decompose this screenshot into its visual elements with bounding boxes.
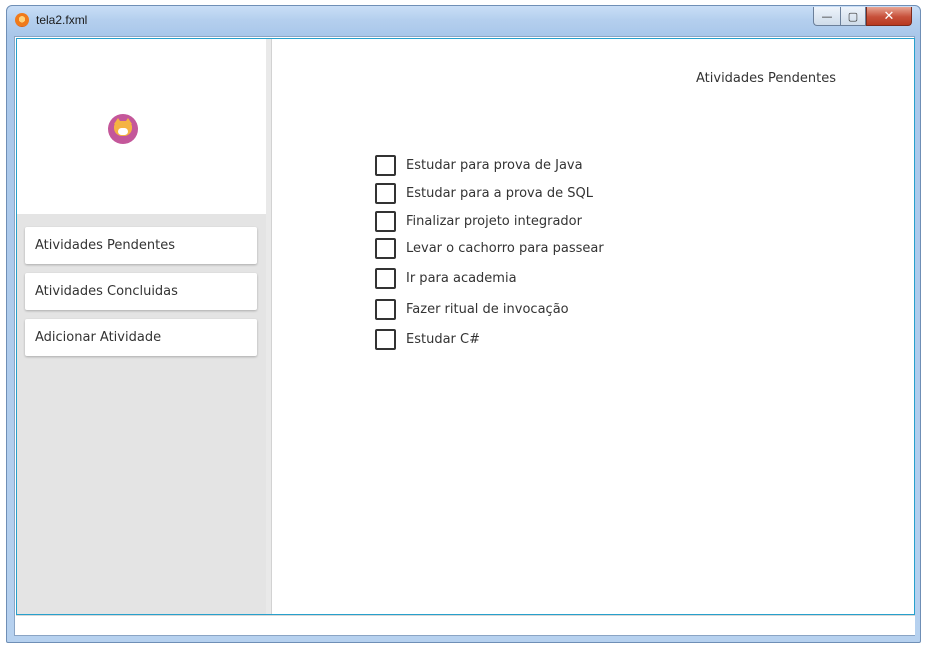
task-label[interactable]: Levar o cachorro para passear [406,241,604,256]
close-button[interactable]: ✕ [866,7,912,26]
task-label[interactable]: Finalizar projeto integrador [406,214,582,229]
sidebar-item-label: Atividades Concluidas [35,284,178,299]
minimize-button[interactable]: — [813,7,840,26]
task-checkbox[interactable] [375,210,396,232]
scene-root: Atividades Pendentes Atividades Concluid… [16,38,915,615]
task-checkbox[interactable] [375,182,396,204]
task-item[interactable]: Estudar C# [375,328,480,350]
sidebar: Atividades Pendentes Atividades Concluid… [17,39,266,614]
task-checkbox[interactable] [375,267,396,289]
task-label[interactable]: Estudar para prova de Java [406,158,583,173]
main-content: Atividades Pendentes Estudar para prova … [272,39,914,614]
sidebar-item-atividades-concluidas[interactable]: Atividades Concluidas [25,273,257,310]
app-icon [15,13,29,27]
task-label[interactable]: Fazer ritual de invocação [406,302,569,317]
sidebar-item-label: Adicionar Atividade [35,330,162,345]
task-checkbox[interactable] [375,154,396,176]
minimize-icon: — [821,9,833,23]
task-item[interactable]: Levar o cachorro para passear [375,237,604,259]
window-client-area: Atividades Pendentes Atividades Concluid… [14,36,915,636]
sidebar-item-adicionar-atividade[interactable]: Adicionar Atividade [25,319,257,356]
maximize-button[interactable]: ▢ [840,7,866,26]
task-item[interactable]: Finalizar projeto integrador [375,210,582,232]
sidebar-item-label: Atividades Pendentes [35,238,176,253]
sidebar-menu: Atividades Pendentes Atividades Concluid… [17,214,266,614]
task-checkbox[interactable] [375,298,396,320]
task-checkbox[interactable] [375,328,396,350]
task-item[interactable]: Fazer ritual de invocação [375,298,569,320]
sidebar-item-atividades-pendentes[interactable]: Atividades Pendentes [25,227,257,264]
task-label[interactable]: Estudar para a prova de SQL [406,186,593,201]
task-label[interactable]: Ir para academia [406,271,517,286]
task-checkbox[interactable] [375,237,396,259]
task-item[interactable]: Estudar para prova de Java [375,154,583,176]
window-title: tela2.fxml [36,13,88,27]
maximize-icon: ▢ [847,9,859,23]
avatar-muzzle [118,128,128,135]
page-title: Atividades Pendentes [272,71,837,86]
task-item[interactable]: Ir para academia [375,267,517,289]
page-title-text: Atividades Pendentes [696,71,837,86]
task-item[interactable]: Estudar para a prova de SQL [375,182,593,204]
close-icon: ✕ [883,8,895,24]
cat-avatar-icon [108,114,138,144]
task-label[interactable]: Estudar C# [406,332,480,347]
status-bar [16,615,915,635]
title-bar[interactable]: tela2.fxml — ▢ ✕ [7,6,920,36]
app-window: tela2.fxml — ▢ ✕ Atividades Pendentes At… [6,5,921,643]
sidebar-header [17,39,266,214]
